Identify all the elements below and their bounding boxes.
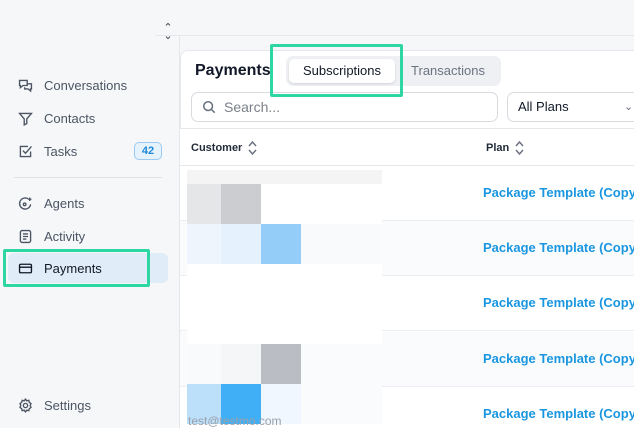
sidebar-item-label: Agents: [44, 195, 85, 211]
sidebar-item-tasks[interactable]: Tasks 42: [8, 136, 168, 166]
sidebar-item-label: Settings: [44, 397, 91, 413]
tab-group: Subscriptions Transactions: [286, 56, 501, 86]
search-box: [191, 92, 498, 122]
chevron-down-icon: ⌄: [624, 101, 634, 113]
sidebar-item-settings[interactable]: Settings: [8, 390, 168, 420]
app-window: ⌃ ⌄ Conversations Contacts Tasks 42 Agent…: [0, 0, 634, 428]
plan-link[interactable]: Package Template (Copy: [483, 351, 634, 366]
sidebar-item-label: Payments: [44, 260, 102, 276]
filter-funnel-icon: [16, 109, 34, 127]
column-header-customer[interactable]: Customer: [191, 140, 257, 156]
plan-filter-select[interactable]: All Plans ⌄: [507, 92, 634, 122]
activity-list-icon: [16, 227, 34, 245]
customer-email: test@testmo.com: [188, 414, 282, 428]
sidebar-item-agents[interactable]: Agents: [8, 188, 168, 218]
sidebar-item-activity[interactable]: Activity: [8, 221, 168, 251]
org-switcher-chevron-icon[interactable]: ⌃ ⌄: [160, 23, 176, 44]
tab-transactions[interactable]: Transactions: [400, 59, 496, 83]
plan-filter-value: All Plans: [518, 99, 569, 114]
page-title: Payments: [195, 62, 271, 79]
top-bar: [155, 0, 634, 36]
sidebar-item-conversations[interactable]: Conversations: [8, 70, 168, 100]
column-header-plan[interactable]: Plan: [486, 140, 524, 156]
gear-icon: [16, 396, 34, 414]
table-header: Customer Plan: [180, 128, 634, 166]
sidebar-item-label: Tasks: [44, 143, 78, 159]
agent-sparkle-icon: [16, 194, 34, 212]
credit-card-icon: [16, 259, 34, 277]
sidebar-item-label: Conversations: [44, 77, 128, 93]
sort-icon: [248, 140, 257, 156]
plan-link[interactable]: Package Template (Copy: [483, 406, 634, 421]
sidebar-item-label: Activity: [44, 228, 86, 244]
checkbox-icon: [16, 142, 34, 160]
search-icon: [202, 100, 216, 114]
plan-link[interactable]: Package Template (Copy: [483, 295, 634, 310]
plan-link[interactable]: Package Template (Copy: [483, 185, 634, 200]
column-label: Customer: [191, 142, 243, 154]
chat-bubbles-icon: [16, 76, 34, 94]
column-label: Plan: [486, 142, 510, 154]
tasks-count-badge: 42: [134, 142, 162, 160]
plan-link[interactable]: Package Template (Copy: [483, 240, 634, 255]
sidebar-divider: [14, 177, 162, 178]
search-input[interactable]: [224, 99, 484, 115]
sort-icon: [515, 140, 524, 156]
sidebar-item-payments[interactable]: Payments: [8, 253, 168, 283]
tab-subscriptions[interactable]: Subscriptions: [289, 59, 395, 83]
sidebar-item-contacts[interactable]: Contacts: [8, 103, 168, 133]
sidebar-item-label: Contacts: [44, 110, 96, 126]
